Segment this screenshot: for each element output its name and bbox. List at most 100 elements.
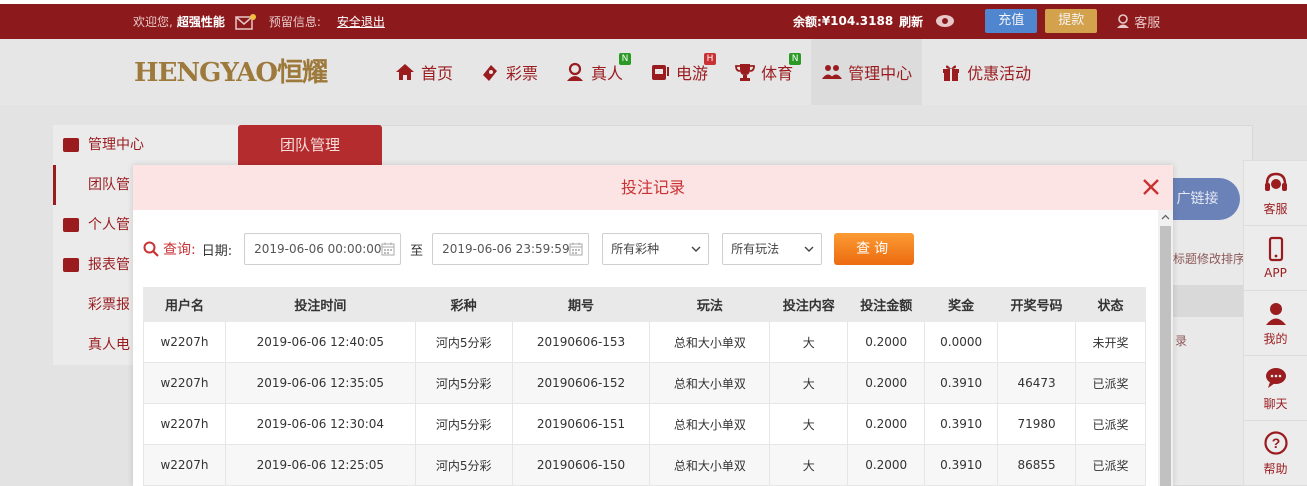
eye-icon[interactable] [935,14,955,28]
float-help[interactable]: ? 帮助 [1244,421,1307,486]
service-icon[interactable] [1115,13,1131,29]
refresh-link[interactable]: 刷新 [899,13,923,30]
cell-bet-time: 2019-06-06 12:35:05 [224,362,416,404]
table-row[interactable]: w2207h 2019-06-06 12:35:05 河内5分彩 2019060… [143,362,1146,404]
nav-promotions[interactable]: 优惠活动 [930,39,1041,105]
scroll-thumb[interactable] [1160,226,1171,486]
reserved-info-label: 预留信息: [268,15,321,29]
modal-title: 投注记录 [620,178,685,197]
header: HENGYAO恒耀 首页 彩票 真人 N 电游 H 体育 N 管理中心 优惠活动 [0,39,1307,105]
nav-home-label: 首页 [421,64,454,83]
lottery-select-value: 所有彩种 [611,242,660,256]
float-service[interactable]: 客服 [1244,161,1307,226]
mail-icon[interactable] [235,13,257,30]
close-icon[interactable] [1141,177,1161,197]
service-link[interactable]: 客服 [1134,12,1160,31]
tab-team-management[interactable]: 团队管理 [238,125,382,165]
nav-management-label: 管理中心 [848,64,913,83]
float-app-label: APP [1264,266,1287,280]
cell-issue: 20190606-150 [511,444,651,486]
date-to-input[interactable]: 2019-06-06 23:59:59 [432,233,590,265]
search-icon [143,241,159,257]
query-label: 查询: [163,242,196,258]
table-row[interactable]: w2207h 2019-06-06 12:30:04 河内5分彩 2019060… [143,403,1146,445]
table-row[interactable]: w2207h 2019-06-06 12:40:05 河内5分彩 2019060… [143,321,1146,363]
col-content: 投注内容 [769,287,849,322]
float-mine[interactable]: 我的 [1244,291,1307,356]
cell-draw-number: 86855 [997,444,1076,486]
sidebar-item-management[interactable]: 管理中心 [53,125,238,165]
cell-username: w2207h [143,444,226,486]
welcome-area: 欢迎您, 超强性能 预留信息: 安全退出 [133,13,385,30]
col-lottery: 彩种 [414,287,513,322]
users-icon [822,65,843,79]
col-status: 状态 [1075,287,1146,322]
date-to-value: 2019-06-06 23:59:59 [442,242,570,256]
nav-lottery[interactable]: 彩票 [469,39,548,105]
lottery-select[interactable]: 所有彩种 [602,233,710,265]
nav-live[interactable]: 真人 N [554,39,633,105]
bet-records-table: 用户名 投注时间 彩种 期号 玩法 投注内容 投注金额 奖金 开奖号码 状态 w… [143,287,1146,486]
welcome-text: 欢迎您, [133,15,173,29]
logo[interactable]: HENGYAO恒耀 [134,56,342,90]
float-app[interactable]: APP [1244,226,1307,291]
username: 超强性能 [176,15,225,29]
nav-slots[interactable]: 电游 H [639,39,718,105]
headset-icon [1264,172,1287,191]
lottery-icon [483,65,498,81]
calendar-icon[interactable] [569,242,583,256]
col-amount: 投注金额 [847,287,926,322]
live-icon [567,62,584,81]
nav-sports[interactable]: 体育 N [724,39,803,105]
cell-prize: 0.3910 [924,444,999,486]
main-nav: 首页 彩票 真人 N 电游 H 体育 N 管理中心 优惠活动 [384,39,1041,105]
cell-issue: 20190606-153 [511,321,651,363]
float-chat[interactable]: 聊天 [1244,356,1307,421]
table-row[interactable]: w2207h 2019-06-06 12:25:05 河内5分彩 2019060… [143,444,1146,486]
col-prize: 奖金 [924,287,999,322]
account-area: 余额: ¥104.3188 刷新 充值 提款 客服 [793,9,1160,33]
deposit-button[interactable]: 充值 [985,9,1038,33]
calendar-icon[interactable] [381,242,395,256]
cell-lottery: 河内5分彩 [414,362,513,404]
chevron-down-icon [804,246,814,252]
date-from-input[interactable]: 2019-06-06 00:00:00 [244,233,402,265]
nav-lottery-label: 彩票 [506,64,539,83]
modal-scrollbar[interactable] [1158,210,1173,486]
logout-link[interactable]: 安全退出 [337,13,385,30]
date-range-separator: 至 [410,243,424,259]
nav-slots-badge: H [704,53,717,65]
cell-content: 大 [769,444,849,486]
scroll-up-icon[interactable] [1158,210,1173,225]
date-label: 日期: [201,243,233,259]
record-link[interactable]: 录 [1175,332,1187,349]
cell-lottery: 河内5分彩 [414,403,513,445]
trophy-icon [735,64,755,81]
float-mine-label: 我的 [1263,331,1288,346]
home-icon [396,64,414,80]
col-play: 玩法 [649,287,771,322]
query-button[interactable]: 查询 [834,233,915,265]
cell-play: 总和大小单双 [649,362,771,404]
float-service-label: 客服 [1263,201,1288,216]
play-select[interactable]: 所有玩法 [722,233,823,265]
nav-live-badge: N [619,53,632,65]
cell-amount: 0.2000 [847,362,926,404]
cell-prize: 0.3910 [924,362,999,404]
cell-lottery: 河内5分彩 [414,321,513,363]
cell-play: 总和大小单双 [649,403,771,445]
top-bar: 欢迎您, 超强性能 预留信息: 安全退出 余额: ¥104.3188 刷新 充值… [0,0,1307,39]
modal-body: 查询: 日期: 2019-06-06 00:00:00 至 2019-06-06… [133,210,1158,486]
balance-label: 余额: [793,14,822,29]
cell-draw-number: 46473 [997,362,1076,404]
table-header-row: 用户名 投注时间 彩种 期号 玩法 投注内容 投注金额 奖金 开奖号码 状态 [143,287,1146,322]
withdraw-button[interactable]: 提款 [1045,9,1098,33]
cell-prize: 0.3910 [924,403,999,445]
cell-status: 已派奖 [1075,362,1146,404]
col-username: 用户名 [143,287,226,322]
chevron-down-icon [691,246,701,252]
nav-management[interactable]: 管理中心 [811,39,923,105]
cell-amount: 0.2000 [847,321,926,363]
nav-home[interactable]: 首页 [384,39,463,105]
panel-strip [1173,285,1243,317]
